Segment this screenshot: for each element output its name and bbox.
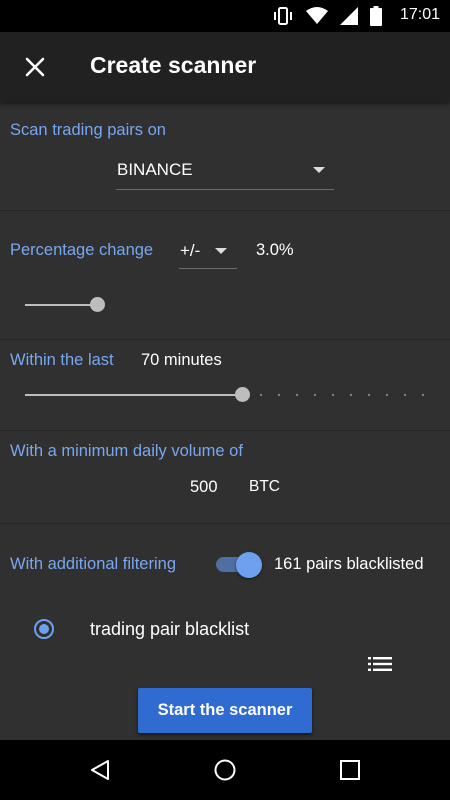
- status-time: 17:01: [399, 6, 440, 23]
- percentage-section: Percentage change +/- 3.0%: [0, 211, 450, 340]
- timeframe-value: 70 minutes: [141, 351, 222, 369]
- chevron-down-icon: [215, 248, 227, 254]
- timeframe-slider-thumb[interactable]: [235, 387, 250, 402]
- home-icon[interactable]: [213, 758, 237, 782]
- percentage-slider-track[interactable]: [25, 304, 97, 306]
- signal-icon: [340, 7, 358, 25]
- start-scanner-button[interactable]: Start the scanner: [138, 688, 312, 733]
- status-icons: [272, 6, 382, 26]
- volume-unit: BTC: [249, 478, 280, 495]
- direction-dropdown[interactable]: +/-: [179, 235, 237, 269]
- recents-icon[interactable]: [338, 758, 362, 782]
- app-bar: Create scanner: [0, 32, 450, 102]
- radio-dot: [39, 624, 49, 634]
- timeframe-section: Within the last 70 minutes: [0, 340, 450, 431]
- direction-value: +/-: [180, 241, 201, 260]
- slider-tick: [350, 394, 352, 396]
- close-icon[interactable]: [22, 54, 48, 80]
- slider-tick: [296, 394, 298, 396]
- blacklist-radio[interactable]: [34, 619, 54, 639]
- exchange-value: BINANCE: [117, 160, 193, 179]
- battery-icon: [370, 6, 382, 26]
- slider-tick: [422, 394, 424, 396]
- exchange-dropdown[interactable]: BINANCE: [116, 150, 334, 190]
- slider-tick: [260, 394, 262, 396]
- timeframe-label: Within the last: [10, 351, 114, 369]
- slider-tick: [368, 394, 370, 396]
- percentage-label: Percentage change: [10, 241, 154, 259]
- volume-label: With a minimum daily volume of: [10, 442, 243, 460]
- page-title: Create scanner: [90, 52, 257, 78]
- slider-tick: [332, 394, 334, 396]
- vibrate-icon: [274, 7, 292, 25]
- slider-tick: [404, 394, 406, 396]
- back-icon[interactable]: [88, 758, 112, 782]
- percentage-value: 3.0%: [256, 241, 294, 259]
- percentage-slider-thumb[interactable]: [90, 297, 105, 312]
- volume-amount[interactable]: 500: [190, 478, 218, 497]
- navigation-bar: [0, 740, 450, 800]
- slider-tick: [314, 394, 316, 396]
- blacklist-summary: 161 pairs blacklisted: [274, 555, 424, 573]
- slider-tick: [386, 394, 388, 396]
- chevron-down-icon: [313, 167, 325, 173]
- exchange-section: Scan trading pairs on BINANCE: [0, 102, 450, 211]
- blacklist-option-label[interactable]: trading pair blacklist: [90, 619, 249, 640]
- filtering-toggle-thumb[interactable]: [236, 552, 262, 578]
- filtering-label: With additional filtering: [10, 555, 176, 573]
- status-bar: 17:01: [0, 0, 450, 32]
- slider-tick: [278, 394, 280, 396]
- list-icon[interactable]: [368, 656, 392, 672]
- exchange-label: Scan trading pairs on: [10, 121, 166, 139]
- timeframe-slider-track[interactable]: [25, 394, 243, 396]
- volume-section: With a minimum daily volume of 500 BTC: [0, 431, 450, 524]
- wifi-icon: [306, 7, 328, 24]
